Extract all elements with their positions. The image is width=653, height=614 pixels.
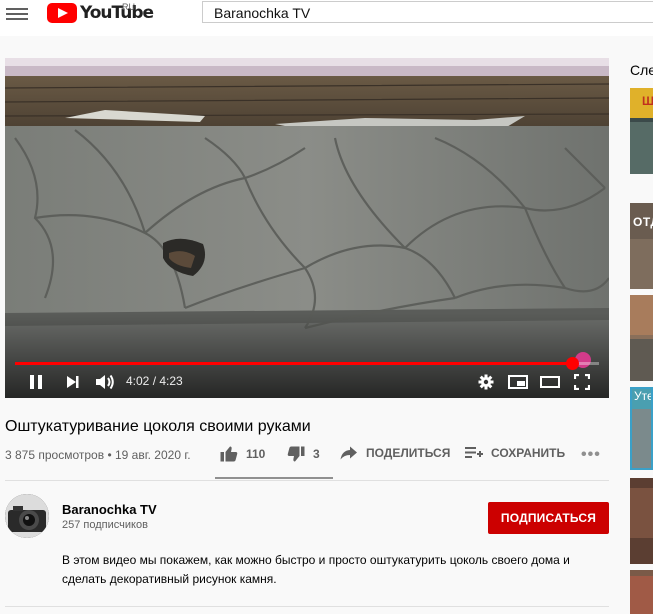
youtube-logo[interactable]: YouTube RU [47, 2, 154, 23]
video-frame [5, 58, 609, 398]
time-display: 4:02 / 4:23 [126, 374, 183, 388]
sidebar-video-thumbnail[interactable]: ОТД [630, 203, 653, 289]
up-next-heading: Сле [630, 62, 653, 78]
channel-avatar[interactable] [5, 494, 49, 538]
youtube-play-icon [47, 3, 77, 23]
sidebar-video-thumbnail[interactable] [630, 478, 653, 564]
video-description: В этом видео мы покажем, как можно быстр… [62, 553, 570, 586]
channel-name[interactable]: Baranochka TV [62, 502, 157, 517]
add-to-playlist-icon [465, 447, 483, 458]
search-input[interactable]: Baranochka TV [202, 1, 653, 23]
time-current: 4:02 [126, 374, 150, 388]
more-actions-icon[interactable]: ••• [581, 446, 601, 464]
like-count: 110 [246, 447, 266, 461]
upload-date: 19 авг. 2020 г. [114, 448, 191, 462]
video-meta: 3 875 просмотров • 19 авг. 2020 г. [5, 448, 191, 462]
sentiment-bar [215, 477, 333, 479]
time-separator: / [149, 374, 160, 388]
thumb-overlay-text: Ш [642, 94, 653, 108]
divider [5, 606, 609, 607]
progress-bar[interactable] [15, 357, 599, 370]
sidebar-video-thumbnail[interactable] [630, 295, 653, 381]
thumbs-up-icon [220, 446, 238, 462]
like-button[interactable]: 110 [220, 446, 265, 462]
pause-button[interactable] [25, 370, 47, 394]
fullscreen-icon [574, 374, 590, 390]
theater-mode-button[interactable] [538, 370, 562, 394]
volume-icon [96, 374, 114, 390]
thumb-overlay-text: ОТД [633, 215, 653, 229]
dislike-count: 3 [313, 447, 320, 461]
share-button[interactable]: Поделиться [340, 446, 450, 460]
view-count: 3 875 просмотров [5, 448, 105, 462]
share-label: Поделиться [366, 446, 451, 460]
theater-mode-icon [540, 376, 560, 388]
video-title: Оштукатуривание цоколя своими руками [5, 418, 311, 435]
time-total: 4:23 [159, 374, 183, 388]
progress-scrubber[interactable] [565, 357, 579, 370]
share-icon [340, 446, 357, 460]
pause-icon [30, 375, 42, 389]
dislike-button[interactable]: 3 [287, 446, 320, 462]
progress-played [15, 362, 572, 365]
camera-avatar-image [5, 494, 49, 538]
next-button[interactable] [62, 370, 84, 394]
logo-country-code: RU [122, 2, 135, 12]
gear-icon [478, 374, 494, 390]
subscriber-count: 257 подписчиков [62, 519, 148, 531]
divider [5, 480, 609, 481]
subscribe-button[interactable]: Подписаться [488, 502, 609, 534]
video-player[interactable]: 4:02 / 4:23 [5, 58, 609, 398]
logo-text: YouTube [80, 3, 154, 23]
save-button[interactable]: Сохранить [465, 446, 565, 460]
sidebar-video-thumbnail[interactable] [630, 570, 653, 614]
miniplayer-button[interactable] [506, 370, 530, 394]
thumb-overlay-text: Уте [634, 389, 653, 403]
fullscreen-button[interactable] [571, 370, 593, 394]
hamburger-menu-icon[interactable] [6, 6, 28, 22]
miniplayer-icon [508, 375, 528, 389]
volume-button[interactable] [93, 370, 117, 394]
thumbs-down-icon [287, 446, 305, 462]
masthead: YouTube RU Baranochka TV [0, 0, 653, 36]
meta-separator: • [107, 448, 115, 462]
save-label: Сохранить [491, 446, 566, 460]
sidebar-video-thumbnail[interactable]: Уте [630, 387, 653, 470]
settings-button[interactable] [475, 370, 497, 394]
skip-next-icon [67, 376, 79, 388]
sidebar-video-thumbnail[interactable]: Ш [630, 88, 653, 174]
